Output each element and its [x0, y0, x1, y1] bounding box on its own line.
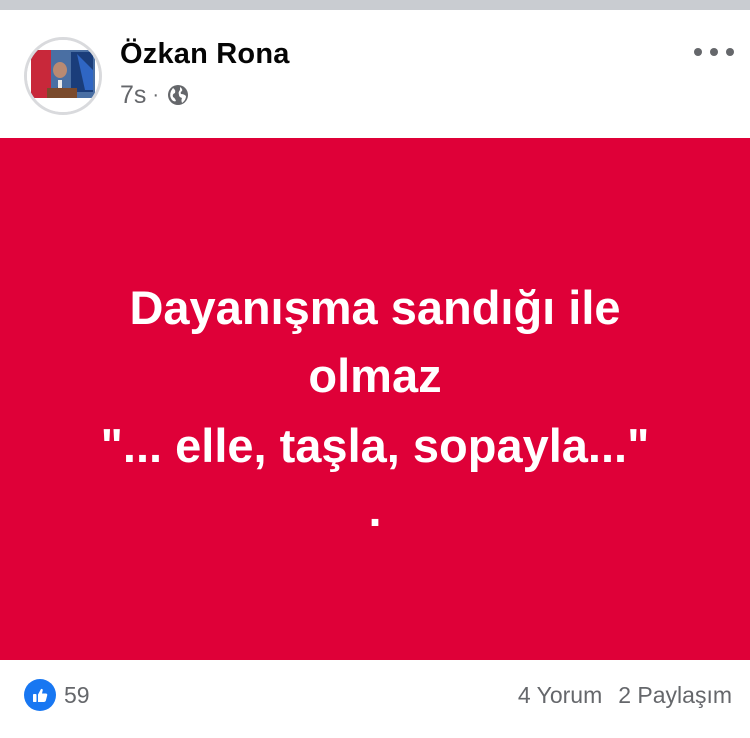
post-text-line: Dayanışma sandığı ile	[129, 281, 621, 334]
author-name[interactable]: Özkan Rona	[120, 38, 290, 71]
post-text-line: "... elle, taşla, sopayla..."	[100, 419, 650, 472]
more-dot-icon	[694, 48, 702, 56]
facebook-post-screen: Özkan Rona 7s · Dayanışma sandığı ile ol…	[0, 0, 750, 738]
post-text-line: olmaz	[308, 349, 442, 402]
avatar-photo	[27, 40, 99, 112]
shares-count-link[interactable]: 2 Paylaşım	[618, 682, 732, 709]
engagement-stats: 4 Yorum 2 Paylaşım	[518, 682, 732, 709]
top-divider-strip	[0, 0, 750, 10]
reaction-count: 59	[64, 681, 90, 708]
post-text-card[interactable]: Dayanışma sandığı ile olmaz "... elle, t…	[0, 138, 750, 660]
post-timestamp[interactable]: 7s	[120, 81, 146, 110]
post-header: Özkan Rona 7s ·	[0, 10, 750, 138]
author-avatar[interactable]	[24, 37, 102, 115]
like-icon	[24, 679, 56, 711]
more-options-button[interactable]	[694, 40, 734, 64]
more-dot-icon	[710, 48, 718, 56]
comments-count-link[interactable]: 4 Yorum	[518, 682, 602, 709]
reactions-summary[interactable]: 59	[24, 679, 90, 711]
globe-icon	[167, 84, 189, 106]
post-meta: 7s ·	[120, 80, 189, 110]
more-dot-icon	[726, 48, 734, 56]
post-footer: 59 4 Yorum 2 Paylaşım	[0, 660, 750, 738]
post-text-line: .	[368, 483, 382, 536]
meta-separator: ·	[152, 84, 160, 106]
